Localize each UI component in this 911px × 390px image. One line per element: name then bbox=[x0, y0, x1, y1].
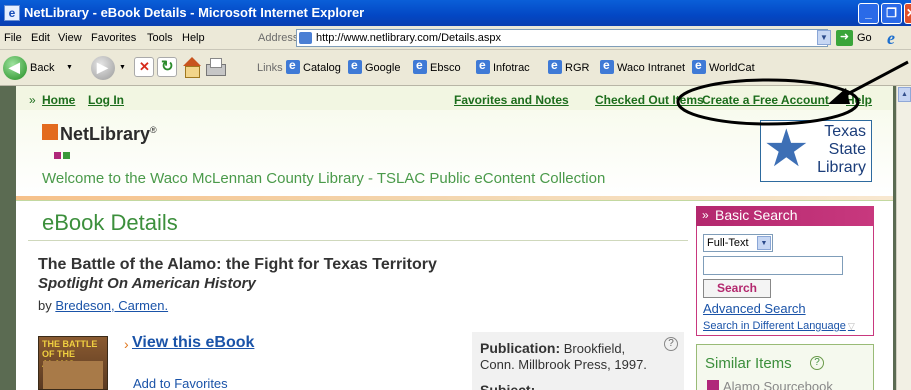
menu-view[interactable]: View bbox=[58, 32, 82, 44]
window-title: NetLibrary - eBook Details - Microsoft I… bbox=[24, 5, 365, 20]
basic-search-panel: Full-Text ▼ Search Advanced Search Searc… bbox=[696, 226, 874, 336]
menu-favorites[interactable]: Favorites bbox=[91, 32, 136, 44]
double-chevron-icon: » bbox=[29, 93, 36, 107]
chevron-down-icon[interactable]: ▼ bbox=[757, 236, 771, 250]
link-rgr[interactable]: RGR bbox=[565, 62, 589, 74]
search-type-select[interactable]: Full-Text ▼ bbox=[703, 234, 773, 252]
links-label: Links bbox=[257, 62, 283, 74]
site-header: NetLibrary® Welcome to the Waco McLennan… bbox=[16, 110, 893, 196]
close-button[interactable]: ✕ bbox=[904, 3, 911, 24]
logo-orange-square bbox=[42, 124, 58, 140]
nav-favorites-notes[interactable]: Favorites and Notes bbox=[454, 93, 569, 107]
search-button[interactable]: Search bbox=[703, 279, 771, 298]
link-ebsco[interactable]: Ebsco bbox=[430, 62, 461, 74]
ie-link-icon bbox=[600, 58, 614, 74]
similar-items-title: Similar Items bbox=[705, 355, 792, 372]
window-frame-left bbox=[0, 86, 16, 390]
title-rule bbox=[28, 240, 688, 241]
window-title-bar[interactable]: e NetLibrary - eBook Details - Microsoft… bbox=[0, 0, 911, 26]
forward-dropdown-icon[interactable]: ▼ bbox=[119, 64, 126, 71]
help-icon[interactable]: ? bbox=[664, 337, 678, 351]
similar-item-link[interactable]: Alamo Sourcebook bbox=[723, 379, 833, 390]
header-divider-line bbox=[16, 200, 893, 201]
menu-edit[interactable]: Edit bbox=[31, 32, 50, 44]
link-infotrac[interactable]: Infotrac bbox=[493, 62, 530, 74]
page-icon bbox=[299, 32, 312, 44]
nav-create-account[interactable]: Create a Free Account bbox=[702, 93, 829, 107]
link-worldcat[interactable]: WorldCat bbox=[709, 62, 755, 74]
print-icon[interactable] bbox=[205, 57, 226, 77]
scroll-up-icon[interactable]: ▲ bbox=[898, 87, 911, 102]
help-icon[interactable]: ? bbox=[810, 356, 824, 370]
triangle-down-icon: ▽ bbox=[847, 321, 855, 331]
refresh-icon[interactable] bbox=[157, 57, 177, 77]
link-waco-intranet[interactable]: Waco Intranet bbox=[617, 62, 685, 74]
book-series: Spotlight On American History bbox=[38, 275, 256, 292]
ie-throbber-logo: e bbox=[887, 28, 895, 48]
nav-log-in[interactable]: Log In bbox=[88, 93, 124, 107]
texas-state-library-text: Texas State Library bbox=[817, 123, 866, 176]
netlibrary-logo[interactable]: NetLibrary® bbox=[60, 124, 157, 145]
address-label: Address bbox=[258, 32, 299, 44]
different-language-link[interactable]: Search in Different Language ▽ bbox=[703, 320, 855, 332]
back-button-label[interactable]: Back bbox=[30, 62, 54, 74]
menu-help[interactable]: Help bbox=[182, 32, 205, 44]
ie-link-icon bbox=[692, 58, 706, 74]
chevron-right-icon: › bbox=[124, 336, 129, 352]
publication-info: Publication: Brookfield, Conn. Millbrook… bbox=[480, 340, 647, 372]
double-chevron-icon: » bbox=[702, 208, 709, 222]
cover-art bbox=[43, 361, 103, 389]
ie-link-icon bbox=[548, 58, 562, 74]
ie-link-icon bbox=[286, 58, 300, 74]
nav-help[interactable]: Help bbox=[846, 93, 872, 107]
ie-link-icon bbox=[413, 58, 427, 74]
address-url[interactable]: http://www.netlibrary.com/Details.aspx bbox=[316, 32, 501, 44]
menu-file[interactable]: File bbox=[4, 32, 22, 44]
book-title: The Battle of the Alamo: the Fight for T… bbox=[38, 256, 437, 273]
top-navigation: » Home Log In Favorites and Notes Checke… bbox=[16, 86, 893, 110]
home-icon[interactable] bbox=[181, 57, 201, 78]
address-bar[interactable]: http://www.netlibrary.com/Details.aspx bbox=[296, 29, 828, 47]
ie-link-icon bbox=[348, 58, 362, 74]
basic-search-header: » Basic Search bbox=[696, 206, 874, 226]
stop-icon[interactable] bbox=[134, 57, 154, 77]
forward-arrow-icon[interactable]: ▶ bbox=[91, 56, 115, 80]
go-arrow-icon[interactable]: ➜ bbox=[836, 30, 853, 46]
star-icon: ★ bbox=[763, 120, 810, 178]
back-dropdown-icon[interactable]: ▼ bbox=[66, 64, 73, 71]
ie-link-icon bbox=[476, 58, 490, 74]
nav-home[interactable]: Home bbox=[42, 93, 75, 107]
texas-state-library-logo[interactable]: ★ Texas State Library bbox=[760, 120, 872, 182]
vertical-scrollbar[interactable]: ▲ bbox=[896, 86, 911, 390]
go-button-label[interactable]: Go bbox=[857, 32, 872, 44]
menu-tools[interactable]: Tools bbox=[147, 32, 173, 44]
maximize-button[interactable]: ❐ bbox=[881, 3, 902, 24]
address-dropdown-icon[interactable]: ▼ bbox=[817, 30, 831, 45]
menu-bar: File Edit View Favorites Tools Help Addr… bbox=[0, 26, 911, 50]
subject-label: Subject: bbox=[480, 382, 536, 390]
bullet-square-icon bbox=[707, 380, 719, 390]
welcome-message: Welcome to the Waco McLennan County Libr… bbox=[42, 170, 606, 187]
similar-items-panel: Similar Items ? Alamo Sourcebook bbox=[696, 344, 874, 390]
add-to-favorites-link[interactable]: Add to Favorites bbox=[133, 376, 228, 390]
book-cover-image[interactable]: THE BATTLE OF THE ALAMO bbox=[38, 336, 108, 390]
page-title: eBook Details bbox=[42, 210, 178, 235]
link-catalog[interactable]: Catalog bbox=[303, 62, 341, 74]
back-arrow-icon[interactable]: ◀ bbox=[3, 56, 27, 80]
web-page: » Home Log In Favorites and Notes Checke… bbox=[16, 86, 893, 390]
author-link[interactable]: Bredeson, Carmen. bbox=[55, 298, 168, 313]
search-input[interactable] bbox=[703, 256, 843, 275]
logo-green-square bbox=[63, 152, 70, 159]
view-ebook-link[interactable]: View this eBook bbox=[132, 334, 254, 352]
nav-checked-out-items[interactable]: Checked Out Items bbox=[595, 93, 704, 107]
author-line: by Bredeson, Carmen. bbox=[38, 298, 169, 313]
link-google[interactable]: Google bbox=[365, 62, 400, 74]
minimize-button[interactable]: _ bbox=[858, 3, 879, 24]
toolbar: ◀ Back ▼ ▶ ▼ Links Catalog Google Ebsco … bbox=[0, 50, 911, 86]
ie-page-icon: e bbox=[4, 5, 20, 21]
advanced-search-link[interactable]: Advanced Search bbox=[703, 301, 806, 316]
logo-magenta-square bbox=[54, 152, 61, 159]
